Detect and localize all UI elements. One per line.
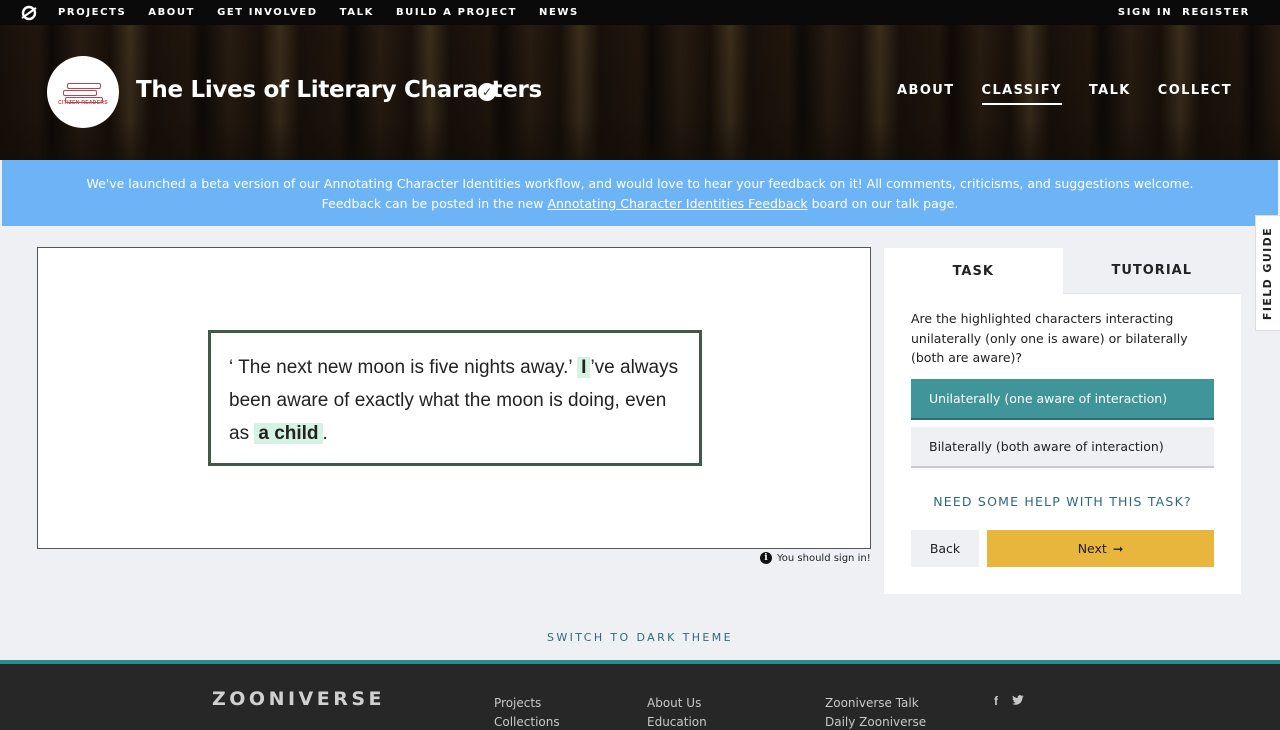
answer-label: Bilaterally (both aware of interaction): [929, 439, 1164, 454]
footer-link-education[interactable]: Education: [647, 713, 707, 730]
answer-unilaterally[interactable]: Unilaterally (one aware of interaction): [911, 379, 1214, 418]
project-nav-collect[interactable]: COLLECT: [1158, 83, 1232, 105]
verified-check-icon: ✓: [478, 83, 496, 101]
subject-viewer: ‘ The next new moon is five nights away.…: [37, 247, 871, 549]
feedback-board-link[interactable]: Annotating Character Identities Feedback: [547, 196, 807, 211]
footer-column-2: About Us Education: [647, 694, 707, 730]
dark-theme-label[interactable]: SWITCH TO DARK THEME: [547, 631, 733, 644]
twitter-icon[interactable]: [1012, 694, 1024, 708]
site-top-nav: PROJECTS ABOUT GET INVOLVED TALK BUILD A…: [0, 0, 1280, 25]
subject-text-box: ‘ The next new moon is five nights away.…: [208, 330, 702, 466]
back-button[interactable]: Back: [911, 530, 979, 567]
zooniverse-logo-icon[interactable]: [0, 5, 58, 21]
social-links: f: [994, 694, 1024, 708]
task-tabs: TASK TUTORIAL: [884, 248, 1241, 294]
field-guide-label: FIELD GUIDE: [1261, 226, 1275, 320]
info-icon: i: [760, 552, 772, 564]
project-nav-about[interactable]: ABOUT: [897, 83, 954, 105]
facebook-icon[interactable]: f: [994, 694, 998, 708]
project-nav-classify[interactable]: CLASSIFY: [981, 83, 1062, 105]
zooniverse-footer-logo[interactable]: ZOONIVERSE: [212, 688, 385, 710]
highlighted-character-2: a child: [254, 423, 323, 444]
highlighted-character-1: I: [577, 357, 591, 378]
task-help-link[interactable]: NEED SOME HELP WITH THIS TASK?: [884, 494, 1241, 509]
sign-in-link[interactable]: SIGN IN: [1118, 7, 1172, 18]
tab-tutorial[interactable]: TUTORIAL: [1062, 248, 1241, 294]
next-button[interactable]: Next ➞: [987, 530, 1214, 567]
field-guide-tab[interactable]: FIELD GUIDE: [1255, 215, 1280, 331]
sign-in-notice-text: You should sign in!: [777, 552, 871, 564]
footer-column-3: Zooniverse Talk Daily Zooniverse: [825, 694, 926, 730]
subject-text-part-3: .: [322, 423, 328, 444]
project-nav: ABOUT CLASSIFY TALK COLLECT: [897, 83, 1232, 105]
footer-link-about-us[interactable]: About Us: [647, 694, 707, 713]
nav-about[interactable]: ABOUT: [148, 7, 195, 18]
answer-bilaterally[interactable]: Bilaterally (both aware of interaction): [911, 427, 1214, 466]
answer-label: Unilaterally (one aware of interaction): [929, 391, 1168, 406]
tab-task[interactable]: TASK: [884, 248, 1063, 294]
footer-link-projects[interactable]: Projects: [494, 694, 560, 713]
dark-theme-toggle[interactable]: SWITCH TO DARK THEME: [0, 631, 1280, 644]
nav-build-a-project[interactable]: BUILD A PROJECT: [396, 7, 517, 18]
banner-text-before: Feedback can be posted in the new: [321, 196, 548, 211]
banner-text-after: board on our talk page.: [807, 196, 959, 211]
footer-link-daily-zooniverse[interactable]: Daily Zooniverse: [825, 713, 926, 730]
task-question: Are the highlighted characters interacti…: [911, 311, 1188, 365]
site-footer: ZOONIVERSE Projects Collections About Us…: [0, 660, 1280, 730]
banner-line-1: We've launched a beta version of our Ann…: [86, 176, 1194, 191]
sign-in-notice[interactable]: i You should sign in!: [760, 552, 871, 564]
subject-text-part-1: ‘ The next new moon is five nights away.…: [229, 357, 572, 378]
next-button-label: Next: [1077, 541, 1107, 556]
arrow-right-icon: ➞: [1112, 541, 1124, 556]
nav-talk[interactable]: TALK: [340, 7, 374, 18]
nav-projects[interactable]: PROJECTS: [58, 7, 126, 18]
nav-news[interactable]: NEWS: [539, 7, 579, 18]
banner-line-2: Feedback can be posted in the new Annota…: [2, 194, 1278, 214]
project-nav-talk[interactable]: TALK: [1089, 83, 1131, 105]
project-avatar[interactable]: CITIZEN READERS: [47, 56, 119, 128]
project-header: CITIZEN READERS The Lives of Literary Ch…: [0, 25, 1280, 160]
announcement-banner: We've launched a beta version of our Ann…: [2, 160, 1278, 226]
register-link[interactable]: REGISTER: [1182, 7, 1250, 18]
task-panel: TASK TUTORIAL Are the highlighted charac…: [884, 248, 1241, 594]
nav-get-involved[interactable]: GET INVOLVED: [217, 7, 318, 18]
footer-link-collections[interactable]: Collections: [494, 713, 560, 730]
project-logo-text: CITIZEN READERS: [58, 100, 108, 106]
footer-column-1: Projects Collections: [494, 694, 560, 730]
footer-link-zooniverse-talk[interactable]: Zooniverse Talk: [825, 694, 926, 713]
